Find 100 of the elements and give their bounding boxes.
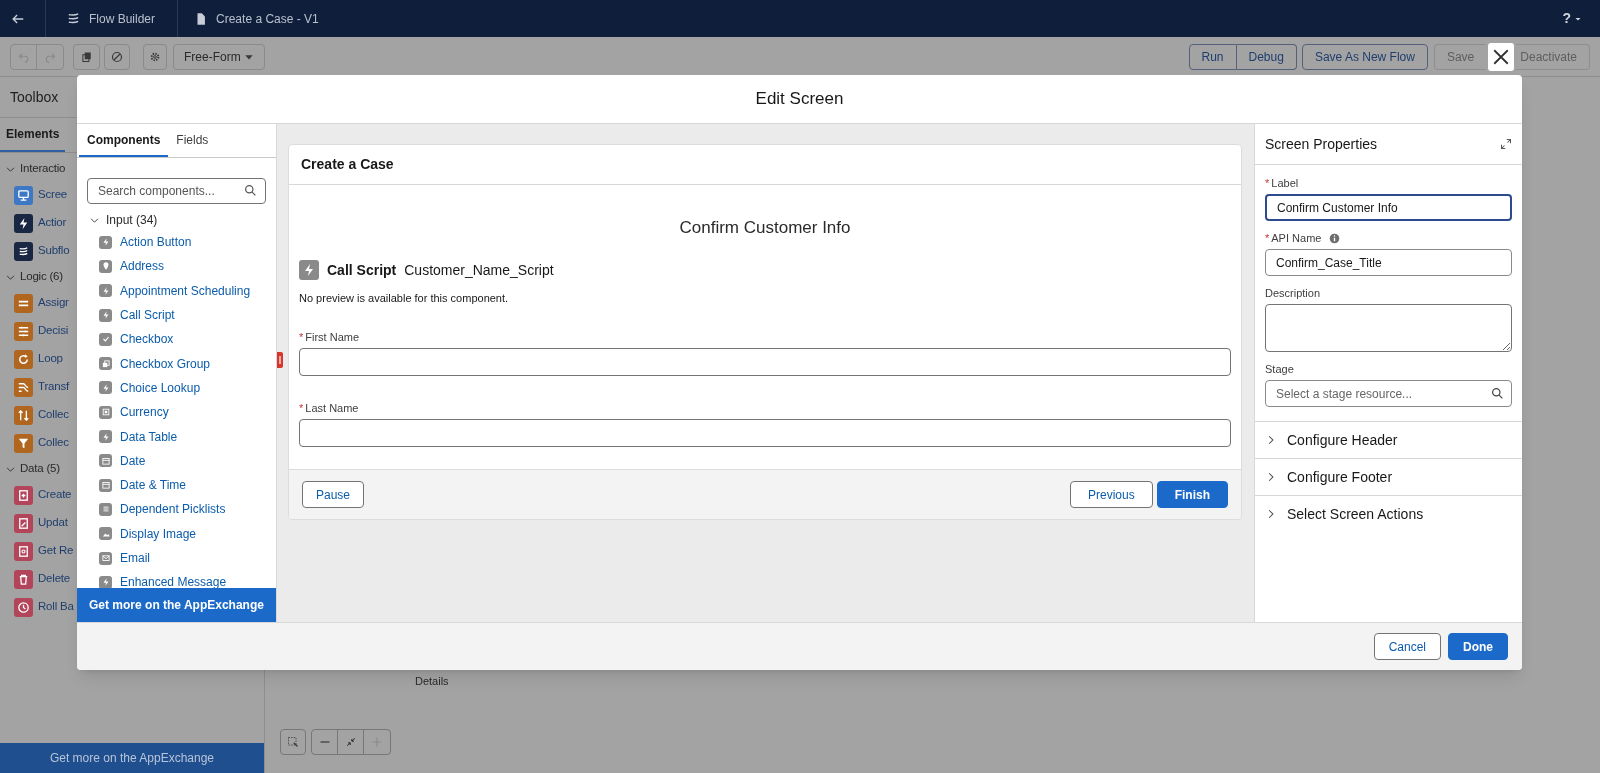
pause-button[interactable]: Pause [302, 481, 365, 508]
component-item[interactable]: Date & Time [120, 476, 187, 495]
appexchange-link[interactable]: Get more on the AppExchange [0, 743, 264, 773]
component-item[interactable]: Enhanced Message [120, 573, 227, 588]
appexchange-link[interactable]: Get more on the AppExchange [77, 588, 276, 622]
tab[interactable]: Components [79, 124, 169, 157]
tab[interactable]: Fields [168, 124, 217, 157]
toolbar-button[interactable]: Run [1188, 43, 1237, 70]
preview-note: No preview is available for this component. [299, 291, 510, 305]
required-asterisk: * [1265, 176, 1270, 192]
field-label: Description [1265, 286, 1321, 302]
component-item[interactable]: Call Script [120, 306, 175, 325]
close-icon[interactable] [1488, 42, 1515, 71]
component-item[interactable]: Data Table [120, 427, 178, 446]
component-item[interactable]: Checkbox Group [120, 354, 211, 373]
element-item[interactable]: Scree [38, 186, 68, 204]
input-field[interactable] [299, 419, 1231, 447]
element-item[interactable]: Transf [38, 378, 69, 396]
layout-dropdown[interactable]: Free-Form [173, 43, 265, 70]
required-asterisk: * [1265, 231, 1270, 247]
nav-button[interactable]: Finish [1156, 481, 1228, 508]
component-name: Customer_Name_Script [404, 260, 554, 280]
image-icon [99, 527, 112, 541]
component-item[interactable]: Email [120, 549, 150, 567]
element-item[interactable]: Decisi [38, 322, 69, 340]
input-field[interactable] [299, 348, 1231, 376]
component-item[interactable]: Address [120, 257, 165, 276]
component-item[interactable]: Choice Lookup [120, 378, 201, 397]
panel-title: Screen Properties [1265, 134, 1378, 154]
copy-icon[interactable] [73, 43, 100, 70]
field-label: Last Name [305, 401, 359, 417]
lightning-icon [99, 235, 112, 249]
element-item[interactable]: Assigr [38, 294, 69, 312]
component-item[interactable]: Currency [120, 403, 169, 422]
card-title: Create a Case [301, 155, 394, 174]
element-item[interactable]: Subflo [38, 242, 70, 260]
field-label: Stage [1265, 362, 1294, 378]
element-item[interactable]: Collec [38, 434, 69, 452]
element-item[interactable]: Collec [38, 406, 69, 424]
footer-button[interactable]: Cancel [1373, 633, 1441, 660]
expand-icon[interactable] [1500, 138, 1512, 150]
input-field[interactable]: Confirm_Case_Title [1265, 249, 1512, 276]
component-item[interactable]: Appointment Scheduling [120, 281, 251, 300]
group-label[interactable]: Data (5) [20, 460, 60, 478]
calendar-icon [99, 454, 112, 468]
input-field[interactable]: Confirm Customer Info [1265, 194, 1512, 221]
component-item[interactable]: Display Image [120, 524, 197, 543]
required-asterisk: * [299, 330, 304, 346]
screen-heading: Confirm Customer Info [679, 217, 851, 239]
flow-name: Create a Case - V1 [216, 10, 319, 28]
component-item[interactable]: Action Button [120, 233, 192, 252]
field-label: First Name [305, 330, 360, 346]
required-asterisk: * [299, 401, 304, 417]
lightning-icon [99, 284, 112, 298]
element-item[interactable]: Get Re [38, 542, 74, 560]
mail-icon [99, 551, 112, 565]
search-icon [244, 184, 257, 197]
tab[interactable]: Elements [0, 118, 66, 152]
search-field[interactable]: Search components... [87, 178, 266, 204]
lightning-icon [99, 430, 112, 443]
component-item[interactable]: Date [120, 451, 146, 470]
group-label[interactable]: Input (34) [106, 211, 158, 229]
component-item[interactable]: Checkbox [120, 330, 174, 349]
checkmark-icon [99, 332, 112, 346]
nav-button[interactable]: Previous [1069, 481, 1153, 508]
field-label: Label [1271, 176, 1299, 192]
group-label[interactable]: Interactio [20, 160, 66, 178]
element-item[interactable]: Delete [38, 570, 71, 588]
section-header[interactable]: Configure Footer [1255, 458, 1522, 495]
lightning-icon [99, 308, 112, 322]
element-item[interactable]: Roll Ba [38, 598, 74, 616]
section-header[interactable]: Configure Header [1255, 421, 1522, 458]
info-icon[interactable] [1329, 233, 1341, 244]
element-item[interactable]: Actior [38, 214, 67, 232]
search-field[interactable]: Select a stage resource... [1265, 380, 1512, 407]
calendar-icon [99, 478, 112, 492]
prohibited-icon[interactable] [104, 43, 130, 70]
lines-icon [66, 11, 81, 26]
search-icon [1491, 387, 1504, 400]
list-icon [99, 502, 112, 516]
lightning-icon [99, 381, 112, 395]
element-item[interactable]: Create [38, 486, 72, 504]
description-field[interactable] [1265, 304, 1512, 352]
group-label[interactable]: Logic (6) [20, 268, 63, 286]
footer-button[interactable]: Done [1448, 633, 1508, 660]
modal-title: Edit Screen [755, 88, 844, 111]
field-label: API Name [1271, 231, 1322, 247]
help-button[interactable]: ? [1562, 8, 1582, 29]
section-header[interactable]: Select Screen Actions [1255, 495, 1522, 532]
element-item[interactable]: Updat [38, 514, 68, 532]
copy-icon [99, 357, 112, 371]
indicator-icon [277, 352, 283, 368]
toolbar-button[interactable]: Save As New Flow [1301, 43, 1428, 70]
node-label: Details [415, 674, 449, 689]
app-name: Flow Builder [89, 10, 156, 28]
component-item[interactable]: Dependent Picklists [120, 500, 226, 519]
element-item[interactable]: Loop [38, 350, 63, 368]
pin-icon [99, 259, 112, 273]
settings-icon[interactable] [143, 43, 167, 70]
toolbar-button[interactable]: Debug [1236, 43, 1297, 70]
